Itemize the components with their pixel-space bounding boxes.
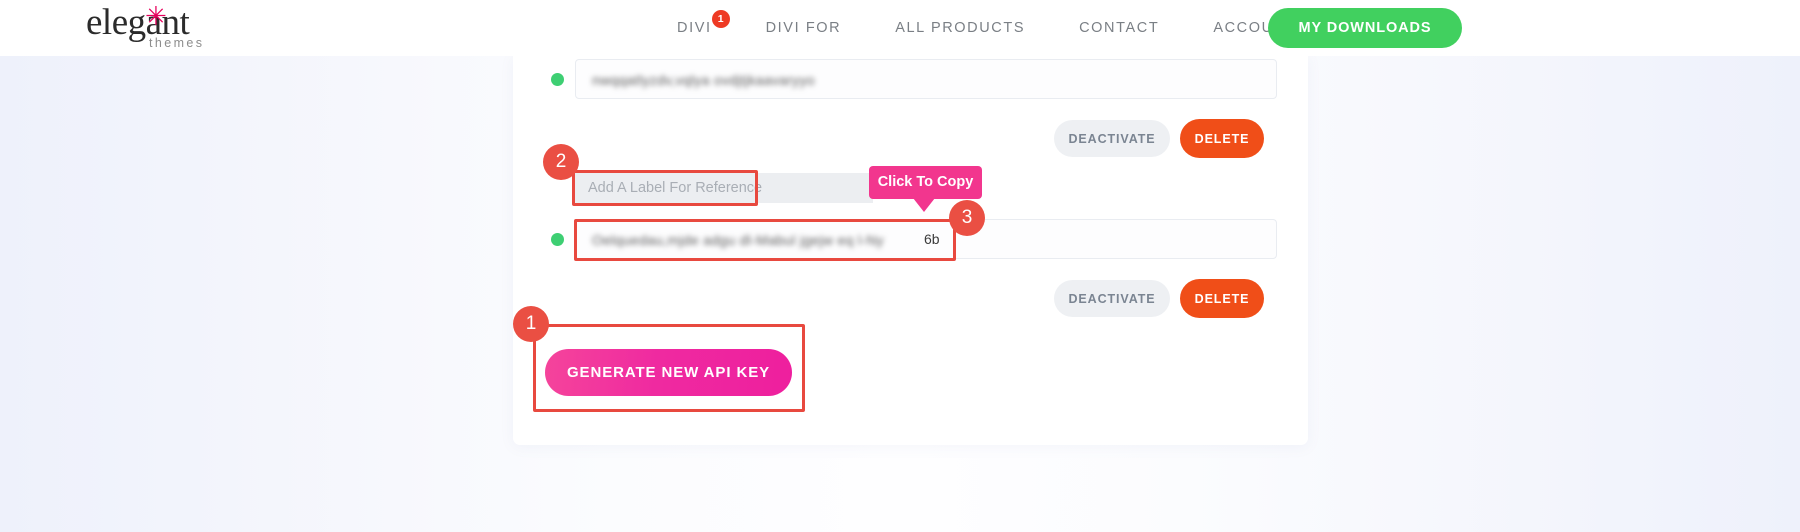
api-key-masked-value-1: nwqqatlyzdv,vqlya ovdjtjkaavaryyo — [592, 71, 815, 88]
api-keys-card: nwqqatlyzdv,vqlya ovdjtjkaavaryyo DEACTI… — [513, 56, 1308, 445]
status-dot-active-1 — [551, 73, 564, 86]
api-key-masked-value-2: Oelquedau,mjde adgu dl-Mabul jgejw eq l-… — [592, 231, 884, 248]
deactivate-button-2[interactable]: DEACTIVATE — [1054, 280, 1170, 317]
nav-item-divi-for[interactable]: DIVI FOR — [739, 0, 869, 56]
elegant-themes-logo[interactable]: elegant ✳ themes — [86, 2, 236, 54]
nav-item-all-products[interactable]: ALL PRODUCTS — [868, 0, 1052, 56]
api-key-field-1[interactable]: nwqqatlyzdv,vqlya ovdjtjkaavaryyo — [575, 59, 1277, 99]
my-downloads-button[interactable]: MY DOWNLOADS — [1268, 8, 1462, 48]
annotation-marker-2: 2 — [543, 144, 579, 180]
label-input[interactable] — [575, 173, 873, 203]
api-key-field-2[interactable]: Oelquedau,mjde adgu dl-Mabul jgejw eq l-… — [575, 219, 1277, 259]
asterisk-icon: ✳ — [145, 2, 167, 32]
logo-subtext: themes — [149, 36, 205, 50]
nav-item-label: CONTACT — [1079, 20, 1160, 36]
tooltip-label: Click To Copy — [877, 174, 974, 190]
site-header: elegant ✳ themes DIVI 1 DIVI FOR ALL PRO… — [0, 0, 1800, 56]
deactivate-button-1[interactable]: DEACTIVATE — [1054, 120, 1170, 157]
api-key-visible-tail-2: 6b — [924, 231, 940, 247]
nav-item-label: DIVI FOR — [765, 20, 842, 36]
nav-item-label: ALL PRODUCTS — [895, 20, 1026, 36]
main-navigation: DIVI 1 DIVI FOR ALL PRODUCTS CONTACT ACC… — [650, 0, 1323, 56]
annotation-marker-1: 1 — [513, 306, 549, 342]
delete-button-1[interactable]: DELETE — [1180, 119, 1264, 158]
annotation-marker-3: 3 — [949, 200, 985, 236]
click-to-copy-tooltip: Click To Copy — [869, 166, 982, 212]
nav-badge-count: 1 — [711, 10, 730, 28]
status-dot-active-2 — [551, 233, 564, 246]
generate-new-api-key-button[interactable]: GENERATE NEW API KEY — [545, 349, 792, 396]
nav-item-divi[interactable]: DIVI 1 — [650, 0, 739, 56]
tooltip-arrow-icon — [913, 198, 935, 212]
nav-item-contact[interactable]: CONTACT — [1052, 0, 1186, 56]
nav-item-label: DIVI — [677, 20, 712, 36]
delete-button-2[interactable]: DELETE — [1180, 279, 1264, 318]
